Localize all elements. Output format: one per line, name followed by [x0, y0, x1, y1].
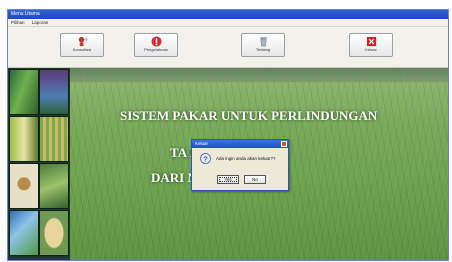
keluar-label: Keluar: [365, 47, 377, 52]
yes-button[interactable]: Yes: [217, 175, 239, 184]
svg-text:?: ?: [84, 38, 87, 44]
exit-icon: [366, 36, 376, 47]
svg-text:?: ?: [203, 154, 208, 163]
main-window: Menu Utama Pilihan Laporan ? Konsultasi …: [7, 9, 449, 261]
exit-confirm-dialog: Keluar ? Ada ingin anda akan keluar?? Ye…: [191, 139, 289, 191]
dialog-close-button[interactable]: [281, 141, 287, 147]
trash-icon: [259, 37, 267, 47]
grasshopper-image: [39, 163, 69, 209]
dialog-message: Ada ingin anda akan keluar??: [216, 156, 276, 161]
leaf-disease-image: [9, 210, 39, 256]
question-person-icon: ?: [78, 36, 87, 47]
insect-image: [9, 163, 39, 209]
pengetahuan-button[interactable]: Pengetahuan: [134, 33, 178, 57]
question-icon: ?: [200, 153, 211, 164]
distant-hills: [70, 68, 448, 82]
title-line-1: SISTEM PAKAR UNTUK PERLINDUNGAN: [120, 108, 378, 123]
menu-item-laporan[interactable]: Laporan: [32, 20, 49, 25]
tentang-label: Tentang: [255, 47, 271, 52]
sidebar-images: [8, 68, 70, 260]
warning-icon: [150, 36, 162, 47]
dialog-title: Keluar: [192, 140, 288, 148]
konsultasi-button[interactable]: ? Konsultasi: [60, 33, 104, 57]
window-titlebar: Menu Utama: [8, 10, 448, 19]
menu-item-pilihan[interactable]: Pilihan: [11, 20, 25, 25]
moth-image: [39, 210, 69, 256]
keluar-button[interactable]: Keluar: [349, 33, 393, 57]
tentang-button[interactable]: Tentang: [241, 33, 285, 57]
rice-plant-image: [9, 69, 39, 115]
no-button[interactable]: No: [244, 175, 266, 184]
pengetahuan-label: Pengetahuan: [144, 47, 168, 52]
toolbar: ? Konsultasi Pengetahuan Tentang Keluar: [8, 27, 448, 68]
stem-borer-image: [9, 116, 39, 162]
leafhopper-image: [39, 69, 69, 115]
dialog-title-text: Keluar: [195, 141, 209, 146]
menu-bar: Pilihan Laporan: [8, 19, 448, 27]
konsultasi-label: Konsultasi: [72, 47, 92, 52]
rice-stems-image: [39, 116, 69, 162]
